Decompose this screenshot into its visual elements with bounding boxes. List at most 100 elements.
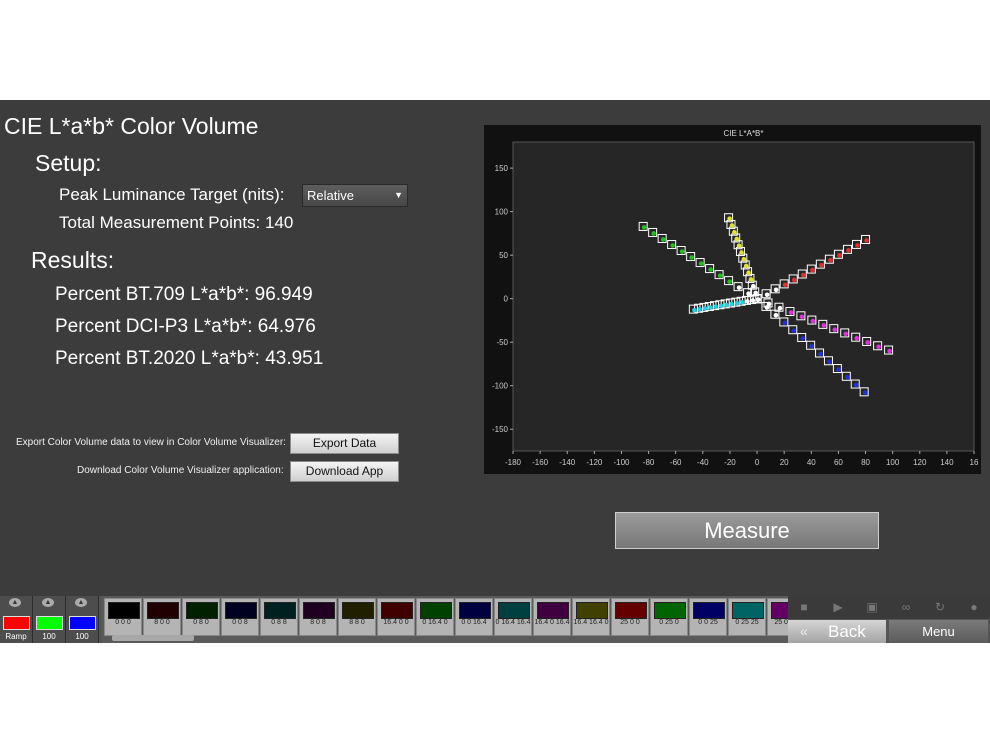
export-label: Export Color Volume data to view in Colo… xyxy=(16,437,286,448)
patch-label: 0 0 16.4 xyxy=(461,619,487,626)
measured-point xyxy=(799,314,805,320)
measured-point xyxy=(773,287,779,293)
patch-color xyxy=(342,602,374,619)
patch-label: 16.4 16.4 0 xyxy=(573,619,609,626)
color-patch[interactable]: 8 0 0 xyxy=(143,598,181,636)
measured-point xyxy=(791,277,797,283)
measured-point xyxy=(689,255,694,260)
y-tick-label: 150 xyxy=(495,164,509,173)
x-tick-label: -100 xyxy=(613,458,630,467)
patch-label: 0 0 25 xyxy=(698,619,718,626)
back-button[interactable]: « Back xyxy=(788,620,886,643)
color-patch[interactable]: 16.4 16.4 0 xyxy=(572,598,610,636)
x-tick-label: -160 xyxy=(532,458,549,467)
measured-point xyxy=(723,302,729,308)
patch-color xyxy=(576,602,608,619)
measured-point xyxy=(854,335,859,341)
color-patch[interactable]: 0 0 0 xyxy=(104,598,142,636)
loop-icon[interactable]: ∞ xyxy=(890,596,922,619)
measured-point xyxy=(837,252,842,258)
peak-luminance-label: Peak Luminance Target (nits): xyxy=(59,185,285,204)
patch-color xyxy=(381,602,413,619)
measured-point xyxy=(832,327,838,332)
measured-point xyxy=(809,267,815,273)
measured-point xyxy=(670,243,675,248)
patch-label: 0 25 0 xyxy=(659,619,679,626)
measured-point xyxy=(692,307,697,313)
measured-point xyxy=(707,305,713,310)
measured-point xyxy=(846,248,851,253)
measured-point xyxy=(748,277,754,282)
color-patch[interactable]: 0 8 0 xyxy=(182,598,220,636)
peak-luminance-dropdown[interactable]: Relative ▼ xyxy=(302,184,408,207)
measured-point xyxy=(739,299,745,305)
measured-point xyxy=(713,304,718,309)
color-patch[interactable]: 0 0 25 xyxy=(689,598,727,636)
color-patch[interactable]: 0 8 8 xyxy=(260,598,298,636)
color-patch[interactable]: 0 0 16.4 xyxy=(455,598,493,636)
export-data-button[interactable]: Export Data xyxy=(290,433,399,454)
measured-point xyxy=(729,223,735,228)
play-icon[interactable]: ▶ xyxy=(822,596,854,619)
control-label: 100 xyxy=(75,632,89,641)
stop-icon[interactable]: ■ xyxy=(788,596,820,619)
ramp-control[interactable]: ▲ Ramp xyxy=(0,596,33,643)
color-patch[interactable]: 16.4 0 16.4 xyxy=(533,598,571,636)
menu-button[interactable]: Menu xyxy=(889,620,988,643)
refresh-icon[interactable]: ↻ xyxy=(924,596,956,619)
color-patch[interactable]: 0 0 8 xyxy=(221,598,259,636)
measured-point xyxy=(755,297,761,302)
blue-control[interactable]: ▲ 100 xyxy=(66,596,99,643)
color-patch[interactable]: 0 16.4 0 xyxy=(416,598,454,636)
page-title: CIE L*a*b* Color Volume xyxy=(4,113,259,139)
measured-point xyxy=(746,270,751,275)
arrow-up-icon[interactable]: ▲ xyxy=(75,598,87,607)
x-tick-label: -120 xyxy=(586,458,603,467)
green-control[interactable]: ▲ 100 xyxy=(33,596,66,643)
measured-point xyxy=(743,263,749,269)
measured-point xyxy=(736,243,742,249)
measured-point xyxy=(734,300,740,306)
chart-frame: CIE L*A*B* -180 -160 -140 -120 -100 -80 -60 -40 -… xyxy=(484,125,981,474)
save-icon[interactable]: ▣ xyxy=(856,596,888,619)
measured-point xyxy=(827,359,832,365)
measured-point xyxy=(732,229,737,235)
measure-button[interactable]: Measure xyxy=(615,512,879,549)
arrow-up-icon[interactable]: ▲ xyxy=(42,598,54,607)
chart-title: CIE L*A*B* xyxy=(723,129,763,138)
patch-color xyxy=(498,602,530,619)
patch-color xyxy=(264,602,296,619)
download-app-button[interactable]: Download App xyxy=(290,461,399,482)
color-patch[interactable]: 16.4 0 0 xyxy=(377,598,415,636)
control-label: Ramp xyxy=(5,632,27,641)
color-patch[interactable]: 25 0 25 xyxy=(767,598,788,636)
measured-point xyxy=(708,267,713,272)
color-patch[interactable]: 8 0 8 xyxy=(299,598,337,636)
color-patch[interactable]: 25 0 0 xyxy=(611,598,649,636)
peak-luminance-value: Relative xyxy=(307,188,354,203)
app-window: CIE L*a*b* Color Volume Setup: Peak Lumi… xyxy=(0,100,990,643)
measured-point xyxy=(729,301,734,307)
patch-label: 8 8 0 xyxy=(349,619,365,626)
color-patch[interactable]: 0 16.4 16.4 xyxy=(494,598,532,636)
arrow-up-icon[interactable]: ▲ xyxy=(9,598,21,607)
record-icon[interactable]: ● xyxy=(958,596,990,619)
measured-point xyxy=(697,306,702,312)
measured-point xyxy=(800,336,805,341)
measured-point xyxy=(651,231,656,236)
patch-label: 0 0 8 xyxy=(232,619,248,626)
color-patch[interactable]: 0 25 0 xyxy=(650,598,688,636)
x-tick-label: 16 xyxy=(970,458,979,467)
color-patch[interactable]: 8 8 0 xyxy=(338,598,376,636)
result-bt709: Percent BT.709 L*a*b*: 96.949 xyxy=(55,284,313,305)
download-label: Download Color Volume Visualizer applica… xyxy=(77,465,284,476)
measured-point xyxy=(853,382,859,388)
measured-point xyxy=(855,243,860,248)
horizontal-scrollbar[interactable] xyxy=(112,635,194,641)
patch-label: 0 16.4 0 xyxy=(422,619,448,626)
color-patch[interactable]: 0 25 25 xyxy=(728,598,766,636)
red-color-swatch xyxy=(3,616,30,630)
y-tick-label: -150 xyxy=(492,425,509,434)
measured-point xyxy=(800,272,806,278)
patch-label: 0 8 0 xyxy=(193,619,209,626)
